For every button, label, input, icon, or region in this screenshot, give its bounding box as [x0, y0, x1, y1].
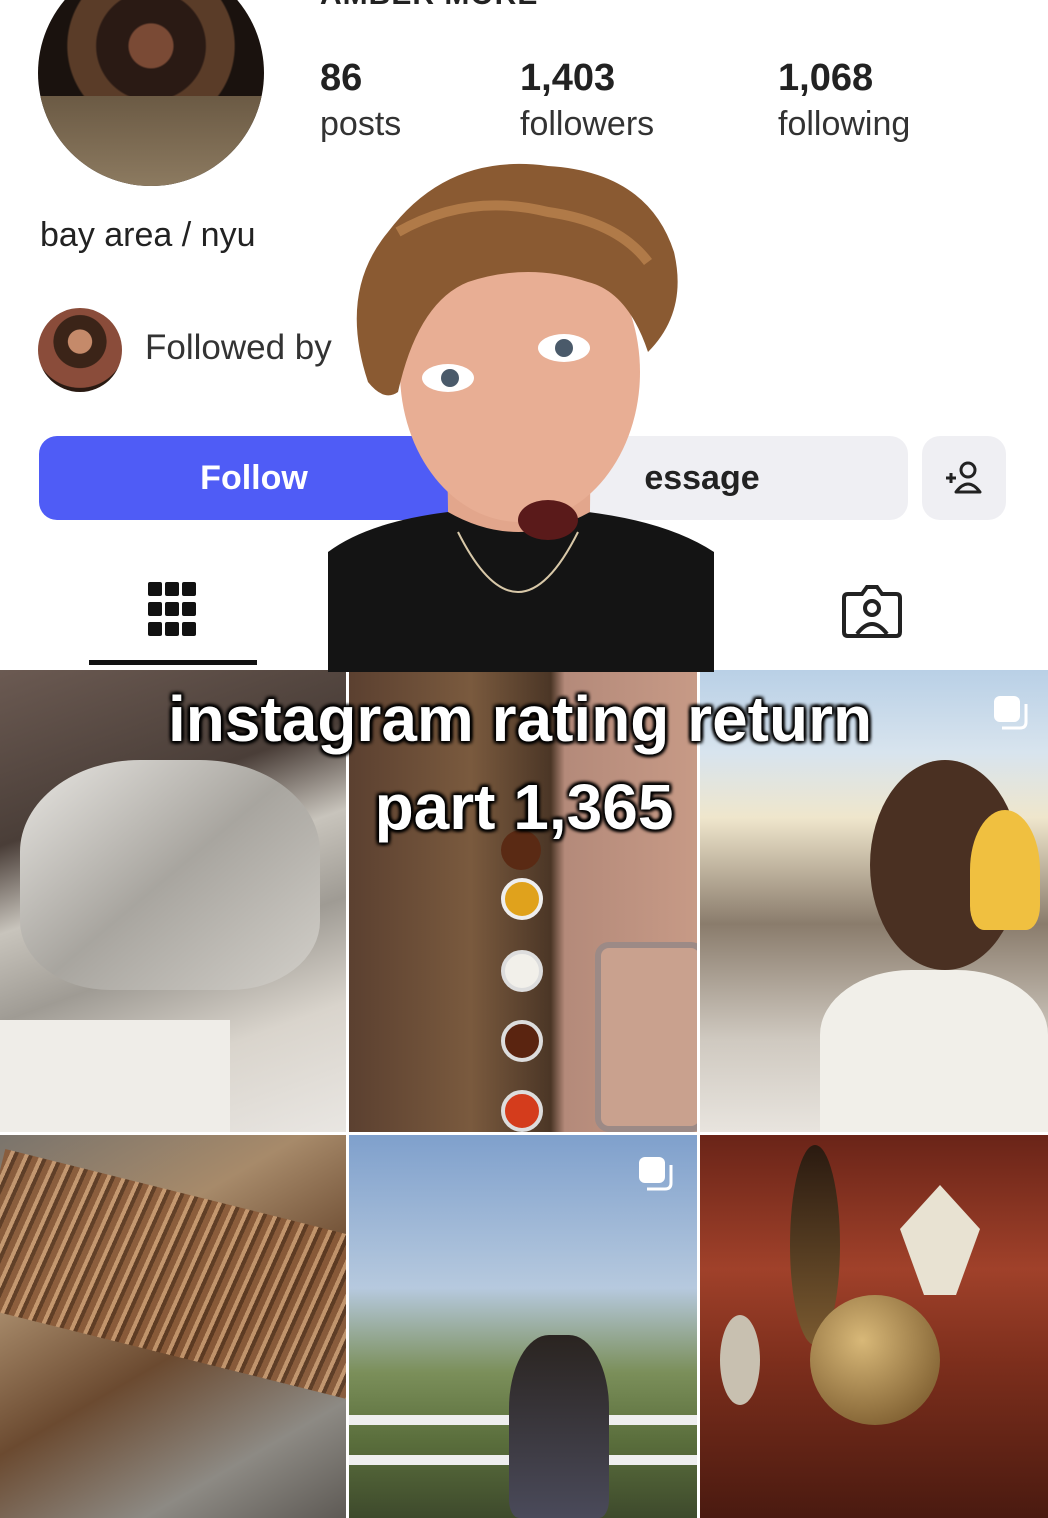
profile-name: AMBER MORE [320, 0, 538, 12]
white-top-image [820, 970, 1048, 1132]
creator-overlay-image [328, 163, 714, 672]
stat-followers[interactable]: 1,403 followers [520, 56, 654, 148]
grid-icon[interactable] [148, 582, 196, 638]
follow-button-label: Follow [200, 458, 308, 497]
stat-posts[interactable]: 86 posts [320, 56, 401, 148]
post-thumbnail[interactable] [0, 1135, 346, 1518]
caption-line-2: part 1,365 [374, 771, 674, 843]
followers-count: 1,403 [520, 57, 616, 99]
food-tray-image [595, 942, 697, 1132]
add-person-icon [946, 461, 982, 494]
stat-following[interactable]: 1,068 following [778, 56, 910, 148]
multiple-posts-icon [639, 1157, 673, 1191]
following-label: following [778, 105, 911, 143]
avatar-background [38, 95, 264, 186]
posts-label: posts [320, 105, 402, 143]
followers-label: followers [520, 105, 655, 143]
posts-count: 86 [320, 57, 363, 99]
tab-active-indicator [89, 660, 257, 665]
followed-by-avatar[interactable] [38, 308, 122, 392]
lantern-image [810, 1295, 940, 1425]
lantern-image [900, 1185, 980, 1295]
lantern-image [720, 1315, 760, 1405]
profile-bio: bay area / nyu [40, 216, 256, 254]
add-friend-button[interactable] [922, 436, 1006, 520]
following-count: 1,068 [778, 57, 874, 99]
palm-frond-image [0, 1148, 346, 1402]
post-thumbnail[interactable] [349, 1135, 697, 1518]
people-hugging-image [509, 1335, 609, 1518]
caption-line-1: instagram rating return [167, 683, 873, 755]
tagged-person-icon[interactable] [840, 580, 904, 640]
white-shorts-image [0, 1020, 230, 1132]
post-thumbnail[interactable] [700, 1135, 1048, 1518]
profile-avatar[interactable] [38, 0, 264, 186]
followed-by-text[interactable]: Followed by [145, 328, 332, 368]
